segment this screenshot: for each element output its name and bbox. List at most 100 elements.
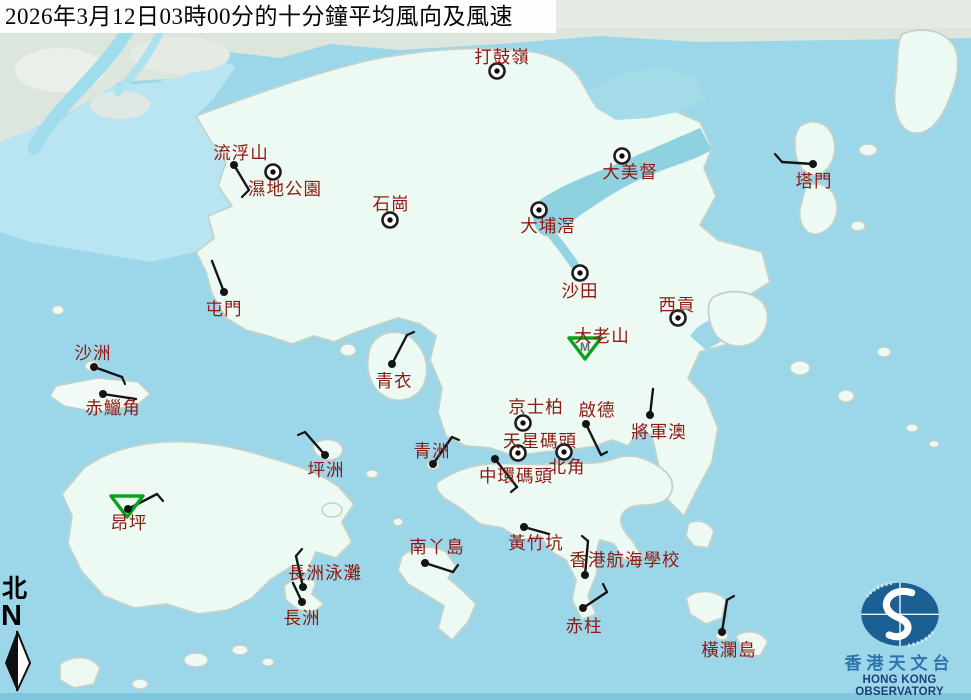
station-dot xyxy=(520,523,528,531)
wind-barb-tick xyxy=(603,584,607,592)
station-label: 屯門 xyxy=(206,299,243,319)
station-marker: 大美督 xyxy=(602,149,658,183)
wind-barb-shaft xyxy=(425,563,453,572)
station-marker: 坪洲 xyxy=(298,432,345,480)
wind-barb-tick xyxy=(452,437,459,440)
station-label: 黃竹坑 xyxy=(508,533,564,553)
wind-barb-tick xyxy=(511,487,517,492)
station-marker: 昂坪 xyxy=(111,494,164,533)
station-dot xyxy=(124,505,132,513)
wind-barb-tick xyxy=(122,377,125,384)
station-label: 濕地公園 xyxy=(248,179,322,199)
station-marker: 長洲泳灘 xyxy=(288,549,362,591)
calm-wind-center xyxy=(520,420,525,425)
calm-wind-center xyxy=(387,217,392,222)
station-dot xyxy=(491,455,499,463)
station-marker: 赤鱲角 xyxy=(85,390,141,418)
station-dot xyxy=(220,288,228,296)
station-label: 沙洲 xyxy=(75,343,112,363)
station-label: 青衣 xyxy=(376,371,413,391)
station-label: 大美督 xyxy=(602,162,658,182)
station-dot xyxy=(321,451,329,459)
station-dot xyxy=(646,411,654,419)
calm-wind-center xyxy=(675,315,680,320)
station-label: 西貢 xyxy=(659,295,696,315)
station-label: 香港航海學校 xyxy=(570,550,681,570)
station-marker: 黃竹坑 xyxy=(508,523,564,553)
station-marker: 濕地公園 xyxy=(248,165,322,200)
station-label: 石崗 xyxy=(373,194,410,214)
wind-barb-tick xyxy=(601,452,607,455)
station-marker: 打鼓嶺 xyxy=(474,47,530,79)
calm-wind-center xyxy=(577,270,582,275)
station-dot xyxy=(429,460,437,468)
station-marker: 青衣 xyxy=(376,332,415,391)
station-marker: 青洲 xyxy=(414,437,460,468)
hko-logo-english: HONG KONG OBSERVATORY xyxy=(828,674,971,698)
calm-wind-center xyxy=(619,153,624,158)
wind-barb-shaft xyxy=(94,367,122,377)
station-dot xyxy=(299,583,307,591)
wind-barb-tick xyxy=(298,432,305,435)
map-title: 2026年3月12日03時00分的十分鐘平均風向及風速 xyxy=(0,0,556,33)
wind-barb-shaft xyxy=(212,261,224,292)
wind-barb-shaft xyxy=(392,335,407,364)
station-dot xyxy=(298,598,306,606)
station-label: 坪洲 xyxy=(308,460,345,480)
station-marker: 香港航海學校 xyxy=(570,536,681,579)
station-marker: 橫瀾島 xyxy=(701,596,757,660)
station-marker: 啟德 xyxy=(579,400,616,455)
station-label: 打鼓嶺 xyxy=(474,47,530,67)
station-label: 青洲 xyxy=(414,441,451,461)
station-label: 赤鱲角 xyxy=(85,398,141,418)
wind-barb-shaft xyxy=(722,600,727,632)
north-arrow: 北 N xyxy=(0,577,44,692)
station-label: 沙田 xyxy=(562,281,599,301)
wind-barb-tick xyxy=(296,549,302,556)
wind-barb-tick xyxy=(582,536,588,541)
station-label: 塔門 xyxy=(796,171,833,191)
station-label: 大老山 xyxy=(574,326,630,346)
station-label: 啟德 xyxy=(579,400,616,420)
station-dot xyxy=(718,628,726,636)
station-marker: 屯門 xyxy=(206,261,243,319)
station-dot xyxy=(579,604,587,612)
station-dot xyxy=(582,420,590,428)
station-marker: 南丫島 xyxy=(409,537,465,572)
station-marker: 沙洲 xyxy=(75,343,126,384)
station-label: 將軍澳 xyxy=(631,422,687,442)
station-marker: M大老山 xyxy=(569,326,630,359)
calm-wind-center xyxy=(270,169,275,174)
station-marker: 京士柏 xyxy=(508,397,564,431)
station-marker: 沙田 xyxy=(562,266,599,302)
hko-logo-icon xyxy=(855,580,945,654)
station-label: 長洲 xyxy=(284,608,321,628)
stations-layer: 打鼓嶺濕地公園 流浮山石崗大埔滘 大美督 塔門沙田西貢 屯門沙洲赤鱲角 青衣 M大老山京士柏… xyxy=(0,0,971,700)
station-marker: 塔門 xyxy=(775,154,833,191)
wind-barb-tick xyxy=(727,596,734,600)
wind-map: 打鼓嶺濕地公園 流浮山石崗大埔滘 大美督 塔門沙田西貢 屯門沙洲赤鱲角 青衣 M大老山京士柏… xyxy=(0,0,971,700)
station-label: 京士柏 xyxy=(508,397,564,417)
north-arrow-icon xyxy=(2,630,36,692)
hko-logo-chinese: 香港天文台 xyxy=(828,655,971,673)
station-label: 長洲泳灘 xyxy=(288,563,362,583)
wind-barb-shaft xyxy=(305,432,325,455)
wind-barb-shaft xyxy=(586,424,601,455)
wind-barb-tick xyxy=(157,494,163,501)
wind-barb-tick xyxy=(407,332,414,335)
station-label: 大埔滘 xyxy=(520,216,576,236)
station-label: 中環碼頭 xyxy=(479,466,553,486)
station-label: 赤柱 xyxy=(566,616,603,636)
wind-barb-tick xyxy=(453,565,458,572)
wind-barb-shaft xyxy=(234,165,249,190)
station-dot xyxy=(388,360,396,368)
station-marker: 將軍澳 xyxy=(631,389,687,442)
wind-barb-tick xyxy=(775,154,782,162)
wind-barb-shaft xyxy=(782,162,813,164)
station-label: 昂坪 xyxy=(111,513,148,533)
station-dot xyxy=(809,160,817,168)
calm-wind-center xyxy=(561,449,566,454)
calm-wind-center xyxy=(494,68,499,73)
station-label: 流浮山 xyxy=(213,143,269,163)
station-label: 橫瀾島 xyxy=(701,640,757,660)
